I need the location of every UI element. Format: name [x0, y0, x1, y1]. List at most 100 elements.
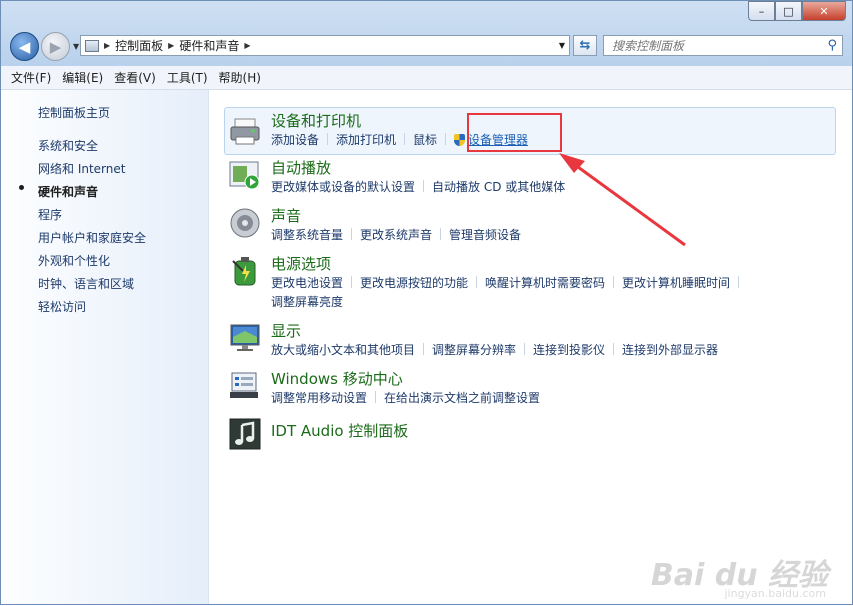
links-power-options-row2: 调整屏幕亮度 — [271, 293, 343, 310]
chevron-right-icon[interactable]: ▶ — [168, 41, 174, 50]
menu-help[interactable]: 帮助(H) — [219, 69, 261, 86]
link-mouse[interactable]: 鼠标 — [413, 133, 437, 147]
link-divider — [327, 133, 329, 145]
category-title-devices-printers[interactable]: 设备和打印机 — [271, 110, 361, 131]
category-display: 显示 放大或缩小文本和其他项目 调整屏幕分辨率 连接到投影仪 连接到外部显示器 — [224, 320, 836, 360]
menu-file[interactable]: 文件(F) — [11, 69, 51, 86]
sidebar-item-user-accounts[interactable]: 用户帐户和家庭安全 — [38, 229, 146, 246]
link-divider — [423, 180, 425, 192]
category-title-mobility-center[interactable]: Windows 移动中心 — [271, 368, 403, 389]
highlight-box — [467, 113, 562, 152]
link-adjust-brightness[interactable]: 调整屏幕亮度 — [271, 295, 343, 309]
links-mobility-center: 调整常用移动设置 在给出演示文档之前调整设置 — [271, 389, 540, 406]
title-bar: – □ ✕ ◀ ▶ ▼ ▶ 控制面板 ▶ 硬件和声音 ▶ ▼ ⇆ ⚲ — [1, 1, 852, 66]
link-divider — [351, 276, 353, 288]
link-presentation-settings[interactable]: 在给出演示文档之前调整设置 — [384, 391, 540, 405]
main-content: 设备和打印机 添加设备 添加打印机 鼠标 设备管理器 自动播放 更改媒体或设备的默认设… — [209, 90, 852, 604]
search-input[interactable] — [604, 36, 822, 55]
forward-button[interactable]: ▶ — [41, 32, 70, 61]
link-zoom-text[interactable]: 放大或缩小文本和其他项目 — [271, 343, 415, 357]
link-autoplay-cd[interactable]: 自动播放 CD 或其他媒体 — [432, 180, 565, 194]
recent-pages-dropdown[interactable]: ▼ — [73, 42, 79, 51]
category-title-autoplay[interactable]: 自动播放 — [271, 157, 331, 178]
breadcrumb-hardware-sound[interactable]: 硬件和声音 — [179, 37, 239, 54]
chevron-right-icon[interactable]: ▶ — [244, 41, 250, 50]
printer-icon — [230, 118, 260, 145]
arrow-left-icon: ◀ — [18, 37, 31, 56]
link-divider — [613, 343, 615, 355]
watermark-url: jingyan.baidu.com — [724, 587, 826, 600]
link-change-sleep-time[interactable]: 更改计算机睡眠时间 — [622, 276, 730, 290]
monitor-icon — [230, 324, 260, 351]
link-change-battery-settings[interactable]: 更改电池设置 — [271, 276, 343, 290]
link-divider — [404, 133, 406, 145]
link-add-device[interactable]: 添加设备 — [271, 133, 319, 147]
link-adjust-volume[interactable]: 调整系统音量 — [271, 228, 343, 242]
category-sound: 声音 调整系统音量 更改系统声音 管理音频设备 — [224, 205, 836, 245]
menu-view[interactable]: 查看(V) — [114, 69, 156, 86]
category-title-sound[interactable]: 声音 — [271, 205, 301, 226]
autoplay-icon — [229, 161, 260, 190]
caption-buttons: – □ ✕ — [748, 1, 846, 21]
navigation-buttons: ◀ ▶ ▼ — [10, 32, 79, 61]
sidebar-item-system-security[interactable]: 系统和安全 — [38, 137, 98, 154]
back-button[interactable]: ◀ — [10, 32, 39, 61]
address-dropdown-icon[interactable]: ▼ — [559, 41, 565, 50]
category-title-idt-audio[interactable]: IDT Audio 控制面板 — [271, 420, 408, 441]
link-divider — [738, 276, 740, 288]
sidebar-item-hardware-sound: 硬件和声音 — [38, 185, 99, 199]
sidebar-item-clock-language[interactable]: 时钟、语言和区域 — [38, 275, 134, 292]
link-connect-external-display[interactable]: 连接到外部显示器 — [622, 343, 718, 357]
link-add-printer[interactable]: 添加打印机 — [336, 133, 396, 147]
uac-shield-icon — [454, 134, 466, 146]
speaker-icon — [230, 208, 260, 238]
refresh-icon: ⇆ — [579, 38, 591, 53]
current-item-bullet — [19, 185, 24, 190]
links-autoplay: 更改媒体或设备的默认设置 自动播放 CD 或其他媒体 — [271, 178, 565, 195]
menu-edit[interactable]: 编辑(E) — [62, 69, 103, 86]
link-divider — [613, 276, 615, 288]
links-power-options: 更改电池设置 更改电源按钮的功能 唤醒计算机时需要密码 更改计算机睡眠时间 — [271, 274, 747, 291]
sidebar: 控制面板主页 系统和安全 网络和 Internet 硬件和声音 程序 用户帐户和… — [1, 90, 209, 604]
link-connect-projector[interactable]: 连接到投影仪 — [533, 343, 605, 357]
category-autoplay: 自动播放 更改媒体或设备的默认设置 自动播放 CD 或其他媒体 — [224, 157, 836, 197]
category-mobility-center: Windows 移动中心 调整常用移动设置 在给出演示文档之前调整设置 — [224, 368, 836, 408]
link-divider — [445, 133, 447, 145]
chevron-right-icon[interactable]: ▶ — [104, 41, 110, 50]
control-panel-icon — [85, 39, 99, 52]
link-require-password-wake[interactable]: 唤醒计算机时需要密码 — [485, 276, 605, 290]
mobility-center-icon — [230, 372, 258, 398]
link-divider — [423, 343, 425, 355]
link-manage-audio-devices[interactable]: 管理音频设备 — [449, 228, 521, 242]
breadcrumb-control-panel[interactable]: 控制面板 — [115, 37, 163, 54]
category-idt-audio: IDT Audio 控制面板 — [224, 416, 836, 452]
minimize-button[interactable]: – — [748, 1, 775, 21]
link-common-mobility-settings[interactable]: 调整常用移动设置 — [271, 391, 367, 405]
menu-tools[interactable]: 工具(T) — [167, 69, 208, 86]
close-button[interactable]: ✕ — [802, 1, 846, 21]
sidebar-item-programs[interactable]: 程序 — [38, 206, 62, 223]
sidebar-item-ease-of-access[interactable]: 轻松访问 — [38, 298, 86, 315]
maximize-button[interactable]: □ — [775, 1, 802, 21]
links-sound: 调整系统音量 更改系统声音 管理音频设备 — [271, 226, 521, 243]
search-icon[interactable]: ⚲ — [827, 38, 837, 53]
link-divider — [440, 228, 442, 240]
link-change-system-sounds[interactable]: 更改系统声音 — [360, 228, 432, 242]
music-note-icon — [229, 418, 261, 450]
sidebar-item-network[interactable]: 网络和 Internet — [38, 160, 125, 177]
link-divider — [476, 276, 478, 288]
link-change-default-media[interactable]: 更改媒体或设备的默认设置 — [271, 180, 415, 194]
refresh-button[interactable]: ⇆ — [573, 35, 597, 56]
link-screen-resolution[interactable]: 调整屏幕分辨率 — [432, 343, 516, 357]
link-power-buttons[interactable]: 更改电源按钮的功能 — [360, 276, 468, 290]
sidebar-item-control-panel-home[interactable]: 控制面板主页 — [38, 104, 110, 121]
sidebar-item-appearance[interactable]: 外观和个性化 — [38, 252, 110, 269]
links-display: 放大或缩小文本和其他项目 调整屏幕分辨率 连接到投影仪 连接到外部显示器 — [271, 341, 718, 358]
address-bar[interactable]: ▶ 控制面板 ▶ 硬件和声音 ▶ ▼ — [80, 35, 570, 56]
control-panel-window: – □ ✕ ◀ ▶ ▼ ▶ 控制面板 ▶ 硬件和声音 ▶ ▼ ⇆ ⚲ 文件(F)… — [0, 0, 853, 605]
link-divider — [375, 391, 377, 403]
menu-bar: 文件(F) 编辑(E) 查看(V) 工具(T) 帮助(H) — [1, 66, 852, 90]
category-title-power-options[interactable]: 电源选项 — [271, 253, 331, 274]
arrow-right-icon: ▶ — [49, 37, 62, 56]
category-title-display[interactable]: 显示 — [271, 320, 301, 341]
